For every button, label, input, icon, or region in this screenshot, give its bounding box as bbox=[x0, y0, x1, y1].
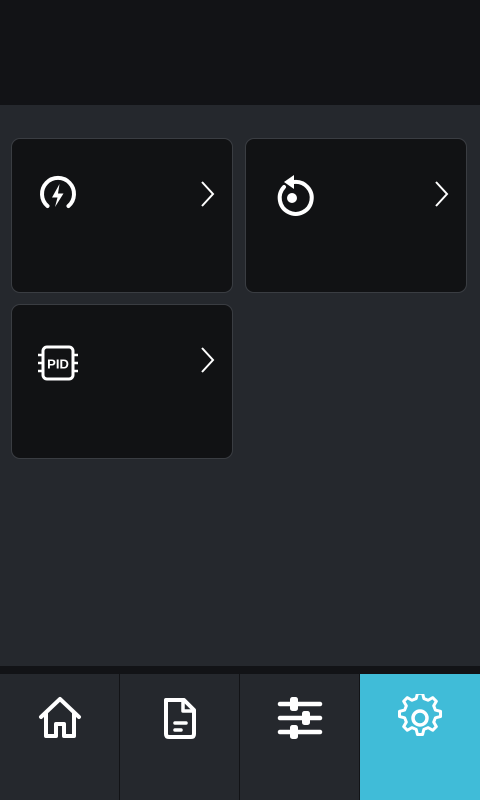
chevron-right-icon bbox=[201, 347, 215, 373]
restart-icon bbox=[277, 175, 314, 216]
restart-card[interactable] bbox=[245, 138, 467, 293]
tab-files[interactable] bbox=[120, 674, 240, 800]
tab-controls[interactable] bbox=[240, 674, 360, 800]
tab-settings[interactable] bbox=[360, 674, 480, 800]
pid-chip-icon: PID bbox=[38, 345, 78, 381]
bottom-nav bbox=[0, 674, 480, 800]
gear-icon bbox=[398, 694, 443, 736]
chevron-right-icon bbox=[435, 181, 449, 207]
sliders-icon bbox=[277, 697, 323, 739]
power-card[interactable] bbox=[11, 138, 233, 293]
chevron-right-icon bbox=[201, 181, 215, 207]
top-bar bbox=[0, 0, 480, 105]
tab-home[interactable] bbox=[0, 674, 120, 800]
power-bolt-icon bbox=[40, 175, 76, 208]
nav-divider bbox=[0, 666, 480, 674]
svg-text:PID: PID bbox=[47, 357, 69, 372]
home-icon bbox=[39, 697, 81, 738]
document-icon bbox=[164, 698, 196, 739]
pid-card[interactable]: PID bbox=[11, 304, 233, 459]
settings-content: PID bbox=[0, 105, 480, 666]
